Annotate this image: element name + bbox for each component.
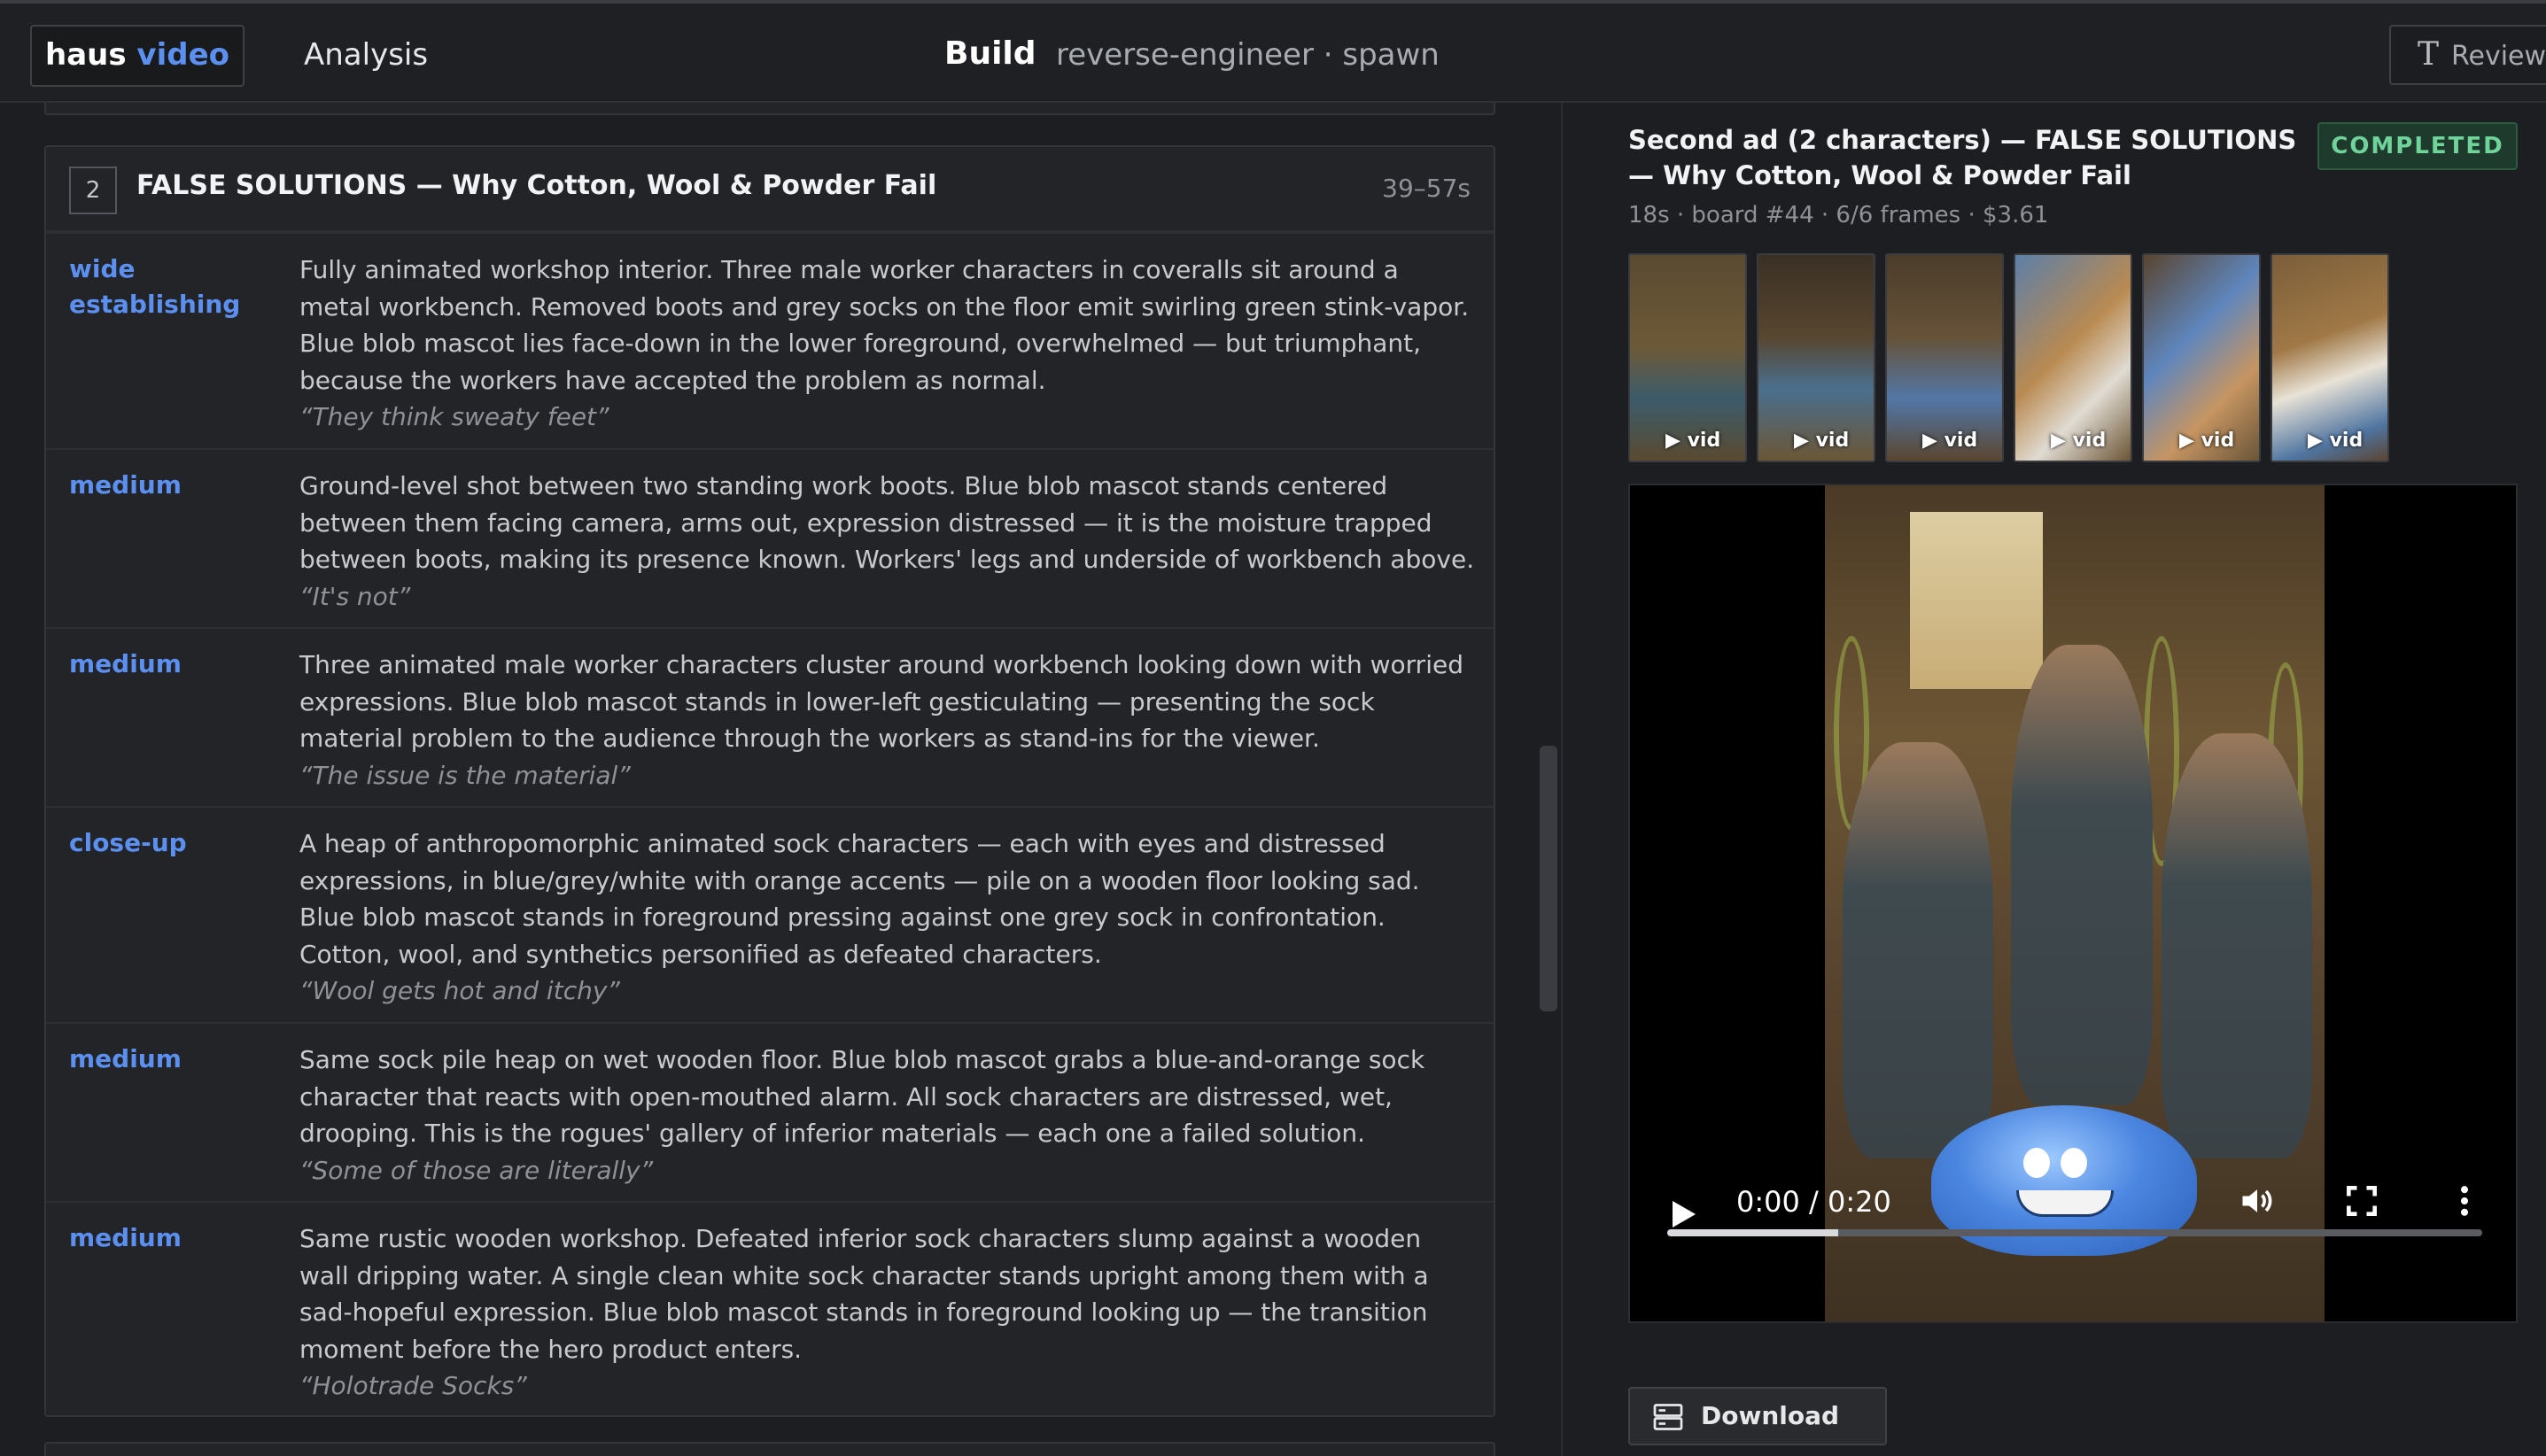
- nav-build[interactable]: Build: [944, 35, 1036, 72]
- shot-description: Three animated male worker characters cl…: [299, 650, 1463, 753]
- shot-type: medium: [69, 1044, 182, 1073]
- fullscreen-icon[interactable]: [2342, 1181, 2381, 1220]
- section-time-range: 39–57s: [1382, 174, 1471, 203]
- shot-quote: “The issue is the material”: [299, 760, 631, 790]
- logo-accent: video: [136, 37, 229, 73]
- thumbnail-vid-label: ▶ vid: [1665, 430, 1721, 452]
- shot-row: medium Same sock pile heap on wet wooden…: [46, 1022, 1494, 1201]
- shot-quote: “It's not”: [299, 581, 411, 611]
- thumbnail-vid-label: ▶ vid: [2308, 430, 2364, 452]
- ad-title: Second ad (2 characters) — FALSE SOLUTIO…: [1628, 125, 2297, 190]
- section-number: 2: [69, 167, 117, 214]
- section-header: 2 FALSE SOLUTIONS — Why Cotton, Wool & P…: [46, 147, 1494, 232]
- logo[interactable]: haus video: [30, 25, 245, 87]
- section-title: FALSE SOLUTIONS — Why Cotton, Wool & Pow…: [136, 170, 937, 201]
- play-icon[interactable]: [1673, 1201, 1696, 1228]
- volume-icon[interactable]: [2238, 1181, 2277, 1220]
- thumbnail-vid-label: ▶ vid: [2051, 430, 2107, 452]
- section-card: 2 FALSE SOLUTIONS — Why Cotton, Wool & P…: [44, 145, 1495, 1417]
- shot-quote: “They think sweaty feet”: [299, 402, 609, 431]
- frame-thumbnail[interactable]: ▶ vid: [1885, 253, 2004, 462]
- video-progress-fill: [1667, 1229, 1839, 1236]
- shot-description: Ground-level shot between two standing w…: [299, 471, 1475, 574]
- review-label: Review: [2451, 41, 2546, 72]
- more-options-icon[interactable]: [2445, 1181, 2484, 1220]
- logo-main: haus: [44, 37, 127, 73]
- shot-type: wide establishing: [69, 254, 241, 319]
- shot-type: medium: [69, 649, 182, 678]
- frame-thumbnail[interactable]: ▶ vid: [2014, 253, 2132, 462]
- next-section-card: [44, 1442, 1495, 1456]
- video-time: 0:00 / 0:20: [1736, 1185, 1891, 1219]
- top-bar: haus video Analysis Build reverse-engine…: [0, 0, 2546, 103]
- server-stack-icon: [1653, 1404, 1683, 1430]
- frame-thumbnail[interactable]: ▶ vid: [1628, 253, 1747, 462]
- frame-thumbnail[interactable]: ▶ vid: [2142, 253, 2261, 462]
- thumbnail-vid-label: ▶ vid: [2179, 430, 2235, 452]
- shot-row: wide establishing Fully animated worksho…: [46, 232, 1494, 448]
- shot-description: Same rustic wooden workshop. Defeated in…: [299, 1224, 1429, 1364]
- download-cut-button[interactable]: Download cut: [1628, 1387, 1887, 1445]
- thumbnail-vid-label: ▶ vid: [1922, 430, 1978, 452]
- shot-row: medium Three animated male worker charac…: [46, 627, 1494, 806]
- shot-type: medium: [69, 470, 182, 500]
- video-progress-bar[interactable]: [1667, 1229, 2482, 1236]
- video-player[interactable]: 0:00 / 0:20: [1628, 484, 2518, 1323]
- video-controls: 0:00 / 0:20: [1630, 485, 2516, 1321]
- shot-type: close-up: [69, 828, 187, 857]
- shot-row: medium Same rustic wooden workshop. Defe…: [46, 1201, 1494, 1415]
- shot-description: Same sock pile heap on wet wooden floor.…: [299, 1045, 1425, 1148]
- shot-row: close-up A heap of anthropomorphic anima…: [46, 806, 1494, 1022]
- shot-quote: “Some of those are literally”: [299, 1155, 654, 1185]
- shot-quote: “Wool gets hot and itchy”: [299, 976, 620, 1005]
- nav-analysis[interactable]: Analysis: [304, 37, 428, 73]
- nav-build-subtitle: reverse-engineer · spawn: [1056, 37, 1440, 73]
- frame-thumbnail[interactable]: ▶ vid: [1757, 253, 1875, 462]
- shot-description: Fully animated workshop interior. Three …: [299, 255, 1470, 395]
- shot-description: A heap of anthropomorphic animated sock …: [299, 829, 1420, 969]
- thumbnail-vid-label: ▶ vid: [1794, 430, 1850, 452]
- frame-thumbnail[interactable]: ▶ vid: [2270, 253, 2389, 462]
- shot-type: medium: [69, 1223, 182, 1252]
- previous-section-card: [44, 103, 1495, 115]
- left-pane-scrollbar[interactable]: [1540, 746, 1557, 1011]
- storyboard-pane: 2 FALSE SOLUTIONS — Why Cotton, Wool & P…: [0, 103, 1561, 1456]
- shot-quote: “Holotrade Socks”: [299, 1371, 527, 1400]
- text-t-icon: T: [2418, 36, 2440, 73]
- shot-row: medium Ground-level shot between two sta…: [46, 448, 1494, 627]
- status-badge: COMPLETED: [2317, 122, 2518, 170]
- review-button[interactable]: T Review: [2389, 25, 2546, 85]
- ad-meta: 18s · board #44 · 6/6 frames · $3.61: [1628, 202, 2049, 228]
